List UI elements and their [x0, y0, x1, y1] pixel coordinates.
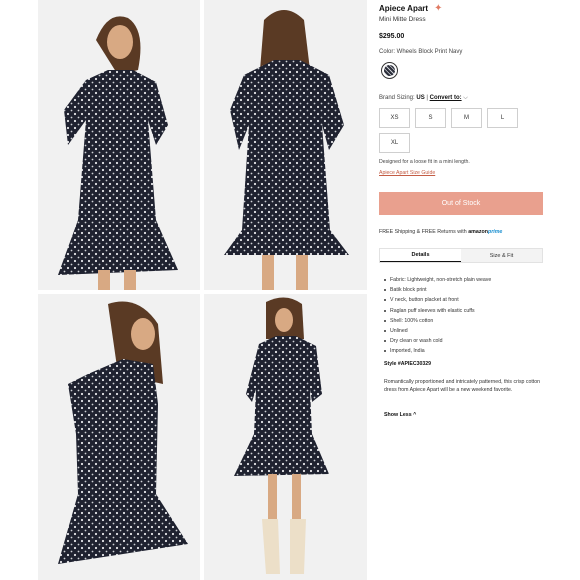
- shipping-text: FREE Shipping & FREE Returns with: [379, 229, 467, 235]
- size-button-xl[interactable]: XL: [379, 133, 410, 153]
- convert-link[interactable]: Convert to:: [430, 95, 462, 101]
- tab-details[interactable]: Details: [380, 249, 461, 262]
- list-item: Raglan puff sleeves with elastic cuffs: [384, 306, 491, 316]
- list-item: Shell: 100% cotton: [384, 316, 491, 326]
- style-number: Style #APIEC30329: [384, 361, 432, 367]
- sizing-label: Brand Sizing:: [379, 95, 415, 101]
- bullet: [384, 279, 386, 282]
- detail-text: V neck, button placket at front: [390, 297, 459, 304]
- tab-size-fit[interactable]: Size & Fit: [461, 249, 542, 262]
- size-button-s[interactable]: S: [415, 108, 446, 128]
- list-item: Batik block print: [384, 285, 491, 295]
- color-swatch[interactable]: [381, 62, 398, 79]
- show-less-label: Show Less: [384, 412, 412, 418]
- chevron-down-icon[interactable]: ⌵: [463, 95, 468, 101]
- list-item: V neck, button placket at front: [384, 295, 491, 305]
- chevron-up-icon: ^: [413, 412, 417, 418]
- fit-note: Designed for a loose fit in a mini lengt…: [379, 159, 470, 165]
- product-photo-side[interactable]: [38, 294, 200, 580]
- detail-text: Raglan puff sleeves with elastic cuffs: [390, 307, 475, 314]
- detail-text: Shell: 100% cotton: [390, 317, 434, 324]
- sizing-row: Brand Sizing: US | Convert to: ⌵: [379, 95, 468, 101]
- size-button-l[interactable]: L: [487, 108, 518, 128]
- detail-text: Dry clean or wash cold: [390, 338, 443, 345]
- product-name: Mini Mitte Dress: [379, 16, 426, 23]
- swatch-pattern: [384, 65, 395, 76]
- list-item: Dry clean or wash cold: [384, 336, 491, 346]
- bullet: [384, 319, 386, 322]
- show-less-link[interactable]: Show Less ^: [384, 412, 416, 418]
- sizing-region: US: [416, 95, 425, 101]
- brand-name[interactable]: Apiece Apart: [379, 4, 428, 13]
- color-label: Color: Wheels Block Print Navy: [379, 49, 463, 55]
- price: $295.00: [379, 33, 405, 40]
- detail-text: Batik block print: [390, 287, 427, 294]
- brand-row: Apiece Apart ✦: [379, 3, 442, 13]
- shipping-info: FREE Shipping & FREE Returns with amazon…: [379, 229, 502, 235]
- bullet: [384, 350, 386, 353]
- product-description: Romantically proportioned and intricatel…: [384, 379, 540, 393]
- product-photo-full-length[interactable]: [204, 294, 367, 580]
- product-photo-front[interactable]: [38, 0, 200, 290]
- detail-text: Imported, India: [390, 348, 425, 355]
- amazon-logo: amazon: [468, 229, 488, 235]
- size-button-xs[interactable]: XS: [379, 108, 410, 128]
- bullet: [384, 340, 386, 343]
- prime-logo: prime: [487, 229, 503, 235]
- detail-text: Fabric: Lightweight, non-stretch plain w…: [390, 277, 492, 284]
- bullet: [384, 289, 386, 292]
- product-photo-back[interactable]: [204, 0, 367, 290]
- details-list: Fabric: Lightweight, non-stretch plain w…: [384, 275, 491, 357]
- bullet: [384, 299, 386, 302]
- bullet: [384, 309, 386, 312]
- product-tabs: Details Size & Fit: [379, 248, 543, 263]
- product-info-panel: Apiece Apart ✦ Mini Mitte Dress $295.00 …: [379, 0, 547, 580]
- list-item: Imported, India: [384, 346, 491, 356]
- size-selector: XS S M L XL: [379, 108, 519, 153]
- list-item: Unlined: [384, 326, 491, 336]
- out-of-stock-button[interactable]: Out of Stock: [379, 192, 543, 215]
- size-guide-link[interactable]: Apiece Apart Size Guide: [379, 170, 435, 176]
- bullet: [384, 330, 386, 333]
- list-item: Fabric: Lightweight, non-stretch plain w…: [384, 275, 491, 285]
- size-button-m[interactable]: M: [451, 108, 482, 128]
- detail-text: Unlined: [390, 328, 408, 335]
- plus-icon[interactable]: ✦: [434, 3, 442, 13]
